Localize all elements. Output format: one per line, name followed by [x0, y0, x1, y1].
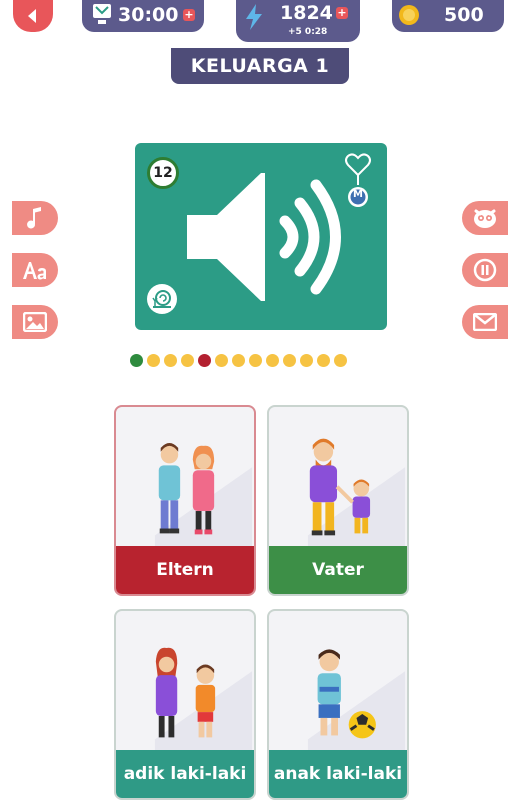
- mail-icon: [473, 313, 497, 331]
- progress-dot: [283, 354, 296, 367]
- answer-label-2: Vater: [269, 546, 407, 594]
- sister-brother-illustration: [154, 647, 253, 751]
- coins-value: 500: [444, 4, 484, 26]
- audio-prompt-card[interactable]: 12 M: [135, 143, 387, 330]
- progress-dot: [181, 354, 194, 367]
- son-illustration: [307, 649, 406, 751]
- music-button[interactable]: [12, 201, 58, 235]
- progress-dots: [130, 354, 347, 370]
- font-icon: [23, 262, 46, 280]
- back-arrow-icon: [28, 9, 36, 23]
- progress-dot: [232, 354, 245, 367]
- progress-dot: [164, 354, 177, 367]
- category-title: KELUARGA 1: [171, 48, 349, 84]
- music-note-icon: [27, 207, 41, 229]
- back-button[interactable]: [13, 0, 53, 32]
- answer-card-3[interactable]: adik laki-laki: [114, 609, 256, 800]
- answer-label-1: Eltern: [116, 546, 254, 594]
- father-illustration: [307, 438, 406, 547]
- energy-refill-timer: +5 0:28: [288, 27, 328, 37]
- font-button[interactable]: [12, 253, 58, 287]
- progress-dot: [300, 354, 313, 367]
- progress-dot: [198, 354, 211, 367]
- timer-plus-badge: +: [183, 8, 195, 21]
- pause-icon: [473, 258, 497, 282]
- slow-audio-button[interactable]: [147, 284, 177, 314]
- progress-dot: [266, 354, 279, 367]
- progress-dot: [130, 354, 143, 367]
- timer-value: 30:00: [118, 4, 179, 26]
- timer-pill[interactable]: 30:00 +: [82, 0, 204, 32]
- mnemonic-hint[interactable]: [343, 153, 373, 209]
- energy-value: 1824: [280, 2, 333, 24]
- coins-pill[interactable]: 500: [392, 0, 504, 32]
- parents-illustration: [154, 443, 253, 547]
- progress-dot: [249, 354, 262, 367]
- answer-card-2[interactable]: Vater: [267, 405, 409, 596]
- image-icon: [23, 312, 47, 332]
- snail-icon: [152, 290, 171, 308]
- speaker-icon[interactable]: [183, 169, 343, 305]
- answer-card-4[interactable]: anak laki-laki: [267, 609, 409, 800]
- top-bar: 30:00 + 1824 + +5 0:28 500: [0, 0, 508, 44]
- mascot-button[interactable]: [462, 201, 508, 235]
- progress-dot: [147, 354, 160, 367]
- timer-icon: [92, 4, 112, 26]
- mail-button[interactable]: [462, 305, 508, 339]
- answer-card-1[interactable]: Eltern: [114, 405, 256, 596]
- image-button[interactable]: [12, 305, 58, 339]
- heart-icon: [345, 153, 371, 177]
- lightning-icon: [244, 4, 264, 30]
- mnemonic-badge: M: [353, 189, 363, 200]
- progress-dot: [334, 354, 347, 367]
- coin-icon: [398, 4, 420, 26]
- progress-dot: [317, 354, 330, 367]
- answer-label-4: anak laki-laki: [269, 750, 407, 798]
- level-badge: 12: [147, 157, 179, 189]
- mascot-icon: [474, 209, 496, 228]
- pause-button[interactable]: [462, 253, 508, 287]
- answer-label-3: adik laki-laki: [116, 750, 254, 798]
- progress-dot: [215, 354, 228, 367]
- energy-plus-badge: +: [336, 6, 348, 19]
- energy-pill[interactable]: 1824 + +5 0:28: [236, 0, 360, 42]
